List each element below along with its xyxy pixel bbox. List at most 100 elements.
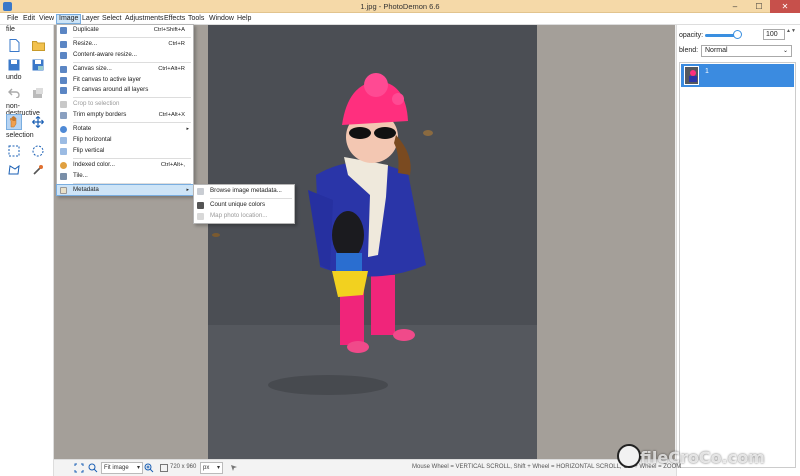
menu-separator: [73, 61, 191, 63]
menu-item-fit-canvas-layer[interactable]: Fit canvas to active layer: [57, 75, 193, 86]
indexed-color-icon: [60, 161, 67, 169]
menu-item-fit-canvas-all[interactable]: Fit canvas around all layers: [57, 85, 193, 96]
title-bar: 1.jpg - PhotoDemon 6.6 – ☐ ✕: [0, 0, 800, 13]
duplicate-icon: [60, 27, 67, 34]
menu-tools[interactable]: Tools: [186, 15, 206, 23]
fit-layer-icon: [60, 76, 67, 84]
new-file-icon[interactable]: [6, 37, 22, 53]
menu-item-flip-vertical[interactable]: Flip vertical: [57, 146, 193, 157]
unit-dropdown-icon: ▾: [216, 465, 220, 471]
section-label-file: file: [6, 26, 15, 33]
canvas-image[interactable]: [208, 25, 537, 459]
menu-item-crop-to-selection[interactable]: Crop to selection: [57, 99, 193, 110]
menu-separator: [73, 97, 191, 99]
menu-image[interactable]: Image: [56, 14, 82, 24]
save-as-icon[interactable]: [30, 57, 46, 73]
blend-label: blend:: [679, 47, 699, 54]
rotate-icon: [60, 126, 67, 134]
undo-icon[interactable]: [6, 85, 22, 101]
menu-item-tile[interactable]: Tile...: [57, 171, 193, 182]
menu-item-indexed-color[interactable]: Indexed color... Ctrl+Alt+,: [57, 160, 193, 171]
menu-effects[interactable]: Effects: [162, 15, 187, 23]
submenu-arrow-icon: ▸: [186, 186, 189, 193]
section-label-undo: undo: [6, 74, 22, 81]
opacity-spin-arrows-icon[interactable]: ▲▼: [786, 28, 796, 34]
zoom-out-icon[interactable]: [86, 461, 100, 475]
menu-item-trim-borders[interactable]: Trim empty borders Ctrl+Alt+X: [57, 110, 193, 121]
menu-edit[interactable]: Edit: [21, 15, 37, 23]
menu-window[interactable]: Window: [207, 15, 236, 23]
unit-value: px: [203, 465, 210, 471]
map-location-icon: [197, 212, 204, 220]
metadata-icon: [60, 186, 67, 194]
ellipse-select-icon[interactable]: [30, 143, 46, 159]
status-bar: Fit image ▾ 720 x 960 px ▾ Mouse Wheel =…: [54, 459, 681, 476]
open-folder-icon[interactable]: [30, 37, 46, 53]
redo-icon[interactable]: [30, 85, 46, 101]
close-button[interactable]: ✕: [770, 0, 800, 13]
menu-item-metadata[interactable]: Metadata ▸: [56, 183, 194, 197]
rect-select-icon[interactable]: [6, 143, 22, 159]
opacity-input[interactable]: 100: [763, 29, 785, 40]
tile-icon: [60, 172, 67, 180]
menu-separator: [73, 122, 191, 124]
menu-view[interactable]: View: [37, 15, 56, 23]
count-colors-icon: [197, 201, 204, 209]
move-icon[interactable]: [30, 114, 46, 130]
image-size-icon: [158, 461, 170, 475]
wand-select-icon[interactable]: [30, 162, 46, 178]
blend-mode-value: Normal: [705, 47, 728, 54]
menu-help[interactable]: Help: [235, 15, 253, 23]
content-aware-icon: [60, 51, 67, 59]
menu-separator: [73, 182, 191, 184]
unit-select[interactable]: px ▾: [200, 462, 223, 474]
hand-icon[interactable]: [6, 114, 22, 130]
submenu-item-map-location[interactable]: Map photo location...: [194, 211, 294, 222]
blend-mode-select[interactable]: Normal ⌄: [701, 45, 792, 57]
watermark-text: fileCroCo.com: [640, 448, 765, 467]
menu-layer[interactable]: Layer: [80, 15, 102, 23]
menu-item-duplicate[interactable]: Duplicate Ctrl+Shift+A: [57, 25, 193, 36]
layers-list: 1: [679, 62, 796, 468]
flip-vertical-icon: [60, 147, 67, 155]
menu-item-resize[interactable]: Resize... Ctrl+R: [57, 39, 193, 50]
zoom-dropdown-icon: ▾: [136, 465, 140, 471]
layers-panel: opacity: 100 ▲▼ blend: Normal ⌄ 1: [676, 25, 800, 476]
opacity-slider-track[interactable]: [705, 34, 735, 37]
menu-item-canvas-size[interactable]: Canvas size... Ctrl+Alt+R: [57, 64, 193, 75]
watermark-logo-icon: [617, 444, 641, 468]
menu-separator: [73, 36, 191, 38]
menu-item-flip-horizontal[interactable]: Flip horizontal: [57, 135, 193, 146]
image-menu: Duplicate Ctrl+Shift+A Resize... Ctrl+R Co…: [56, 24, 194, 197]
menu-separator: [73, 157, 191, 159]
fit-window-icon[interactable]: [72, 461, 86, 475]
flip-horizontal-icon: [60, 137, 67, 145]
zoom-value: Fit image: [104, 465, 129, 471]
opacity-label: opacity:: [679, 32, 704, 39]
maximize-button[interactable]: ☐: [748, 0, 770, 13]
submenu-arrow-icon: ▸: [186, 126, 189, 133]
layer-name: 1: [705, 68, 709, 75]
menu-item-rotate[interactable]: Rotate ▸: [57, 124, 193, 135]
menu-adjustments[interactable]: Adjustments: [123, 15, 166, 23]
opacity-slider-knob[interactable]: [733, 30, 742, 39]
layer-row[interactable]: 1: [681, 64, 794, 87]
menu-select[interactable]: Select: [100, 15, 123, 23]
layer-thumbnail: [684, 66, 699, 85]
submenu-item-count-colors[interactable]: Count unique colors: [194, 200, 294, 211]
image-dimensions: 720 x 960: [170, 464, 197, 470]
zoom-in-icon[interactable]: [142, 461, 156, 475]
chevron-down-icon: ⌄: [782, 48, 788, 54]
trim-icon: [60, 112, 67, 120]
metadata-submenu: Browse image metadata... Count unique co…: [193, 184, 295, 224]
menu-item-content-aware-resize[interactable]: Content-aware resize...: [57, 50, 193, 61]
menu-file[interactable]: File: [5, 15, 20, 23]
cursor-position-icon: [228, 461, 240, 475]
menu-separator: [210, 197, 292, 199]
save-icon[interactable]: [6, 57, 22, 73]
submenu-item-browse-metadata[interactable]: Browse image metadata...: [194, 186, 294, 197]
zoom-select[interactable]: Fit image ▾: [101, 462, 143, 474]
minimize-button[interactable]: –: [724, 0, 746, 13]
canvas-size-icon: [60, 65, 67, 73]
lasso-select-icon[interactable]: [6, 162, 22, 178]
